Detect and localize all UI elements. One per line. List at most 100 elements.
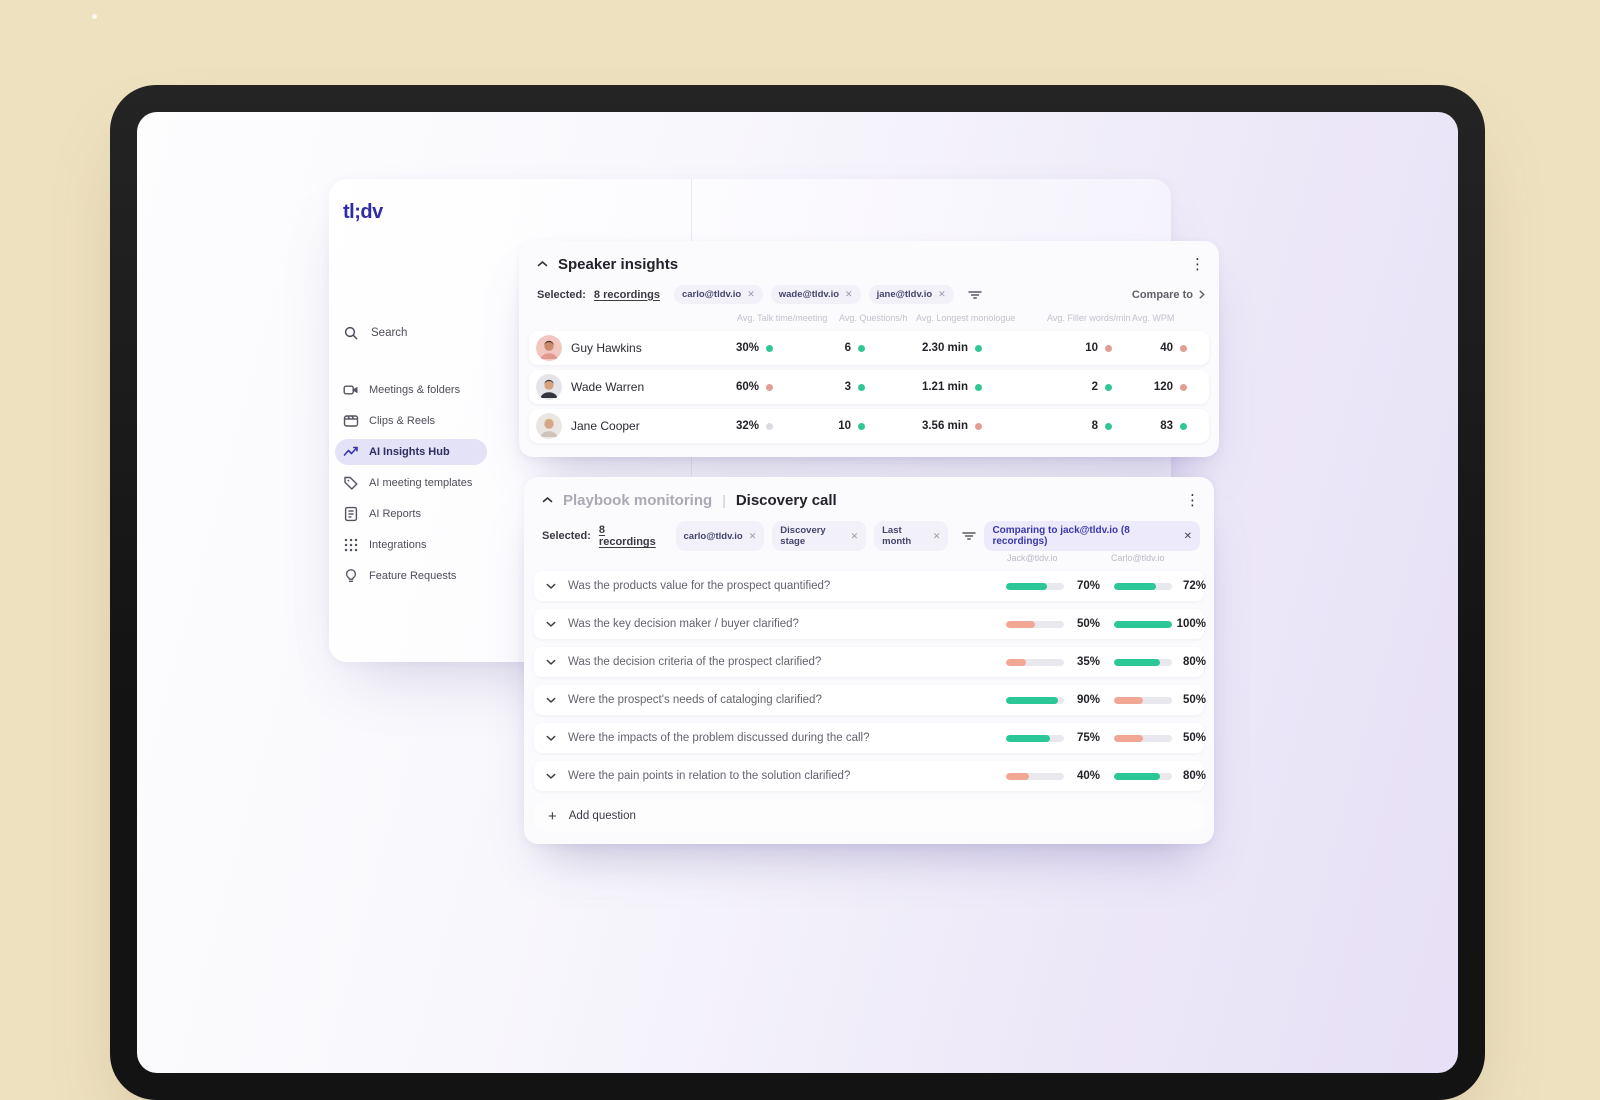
sidebar-item-label: Clips & Reels [369,415,436,427]
sidebar-item-label: AI Insights Hub [369,446,450,458]
screen-glare-dot [92,14,97,19]
filter-chip[interactable]: wade@tldv.io ✕ [770,285,861,304]
sidebar-item-ai-insights-hub[interactable]: AI Insights Hub [335,439,487,465]
chevron-down-icon[interactable] [546,659,556,666]
sidebar-item-meetings-folders[interactable]: Meetings & folders [335,377,487,403]
filter-icon[interactable] [962,530,977,542]
status-dot-red [975,422,982,430]
metric-value: 120 [1153,381,1173,393]
metric-cell: 40 [1107,331,1187,365]
question-row[interactable]: Was the key decision maker / buyer clari… [534,609,1206,639]
chip-label: carlo@tldv.io [683,530,743,542]
selected-recordings-link[interactable]: 8 recordings [594,289,660,301]
filter-chip[interactable]: Last month ✕ [874,521,949,551]
plus-icon: + [548,807,557,825]
score-percent: 50% [1182,694,1206,706]
sidebar-item-ai-reports[interactable]: AI Reports [335,501,487,527]
speaker-insights-panel: Speaker insights ⋮ Selected: 8 recording… [519,241,1219,457]
question-row[interactable]: Was the decision criteria of the prospec… [534,647,1206,677]
avatar [536,335,562,361]
chevron-down-icon[interactable] [546,621,556,628]
score-percent: 40% [1076,770,1100,782]
sidebar-item-label: Feature Requests [369,570,457,582]
sidebar-item-label: Integrations [369,539,427,551]
sidebar-item-integrations[interactable]: Integrations [335,532,487,558]
report-icon [343,506,359,522]
speaker-row[interactable]: Wade Warren 60% 3 1.21 min 2 120 [529,370,1209,404]
search-icon [343,325,359,341]
chip-label: jane@tldv.io [876,289,933,300]
selected-label: Selected: [537,288,586,301]
metric-cell: 2.30 min [872,331,982,365]
question-rows: Was the products value for the prospect … [534,571,1206,791]
chevron-down-icon[interactable] [546,697,556,704]
remove-chip-icon[interactable]: ✕ [845,289,853,300]
question-text: Were the impacts of the problem discusse… [568,732,870,744]
kebab-menu-icon[interactable]: ⋮ [1185,492,1200,508]
remove-chip-icon[interactable]: ✕ [747,289,755,300]
remove-chip-icon[interactable]: ✕ [749,531,757,542]
metric-cell: 10 [1022,331,1112,365]
status-dot-red [1180,344,1187,352]
playbook-chips: carlo@tldv.io ✕ Discovery stage ✕ Last month… [675,521,949,551]
sidebar-item-ai-meeting-templates[interactable]: AI meeting templates [335,470,487,496]
compare-to-button[interactable]: Compare to [1132,289,1205,301]
filter-icon[interactable] [967,289,982,301]
metric-cell: 10 [785,409,865,443]
metric-cell: 8 [1022,409,1112,443]
chevron-down-icon[interactable] [546,773,556,780]
chip-label: carlo@tldv.io [681,289,742,300]
status-dot-green [1180,422,1187,430]
status-dot-green [858,422,865,430]
metric-value: 8 [1091,420,1098,432]
status-dot-red [766,383,773,391]
chip-label: wade@tldv.io [778,289,840,300]
filter-chip[interactable]: carlo@tldv.io ✕ [673,285,763,304]
selected-recordings-link[interactable]: 8 recordings [599,524,662,548]
laptop-frame: tl;dv Search Meetings & folders Clips & R… [110,85,1485,1100]
compare-column-1-label: Jack@tldv.io [1007,553,1058,563]
grid-icon [343,537,359,553]
add-question-button[interactable]: + Add question [534,801,1204,831]
column-header: Avg. WPM [1132,313,1175,323]
selected-label: Selected: [542,530,591,542]
collapse-chevron-up-icon[interactable] [537,260,548,268]
question-row[interactable]: Were the impacts of the problem discusse… [534,723,1206,753]
avatar [536,374,562,400]
score-percent: 50% [1182,732,1206,744]
sidebar-item-clips-reels[interactable]: Clips & Reels [335,408,487,434]
sidebar-item-feature-requests[interactable]: Feature Requests [335,563,487,589]
collapse-chevron-up-icon[interactable] [542,496,553,504]
chevron-down-icon[interactable] [546,583,556,590]
close-icon[interactable]: ✕ [1184,531,1192,542]
search-button[interactable]: Search [343,325,407,341]
score-percent: 75% [1076,732,1100,744]
comparing-to-pill[interactable]: Comparing to jack@tldv.io (8 recordings)… [984,521,1200,551]
speaker-row[interactable]: Jane Cooper 32% 10 3.56 min 8 83 [529,409,1209,443]
remove-chip-icon[interactable]: ✕ [933,531,941,542]
metric-value: 40 [1160,342,1173,354]
filter-chip[interactable]: carlo@tldv.io ✕ [675,521,765,551]
avatar [536,413,562,439]
speaker-row[interactable]: Guy Hawkins 30% 6 2.30 min 10 40 [529,331,1209,365]
metric-value: 3 [844,381,851,393]
question-row[interactable]: Was the products value for the prospect … [534,571,1206,601]
question-text: Were the pain points in relation to the … [568,770,851,782]
status-dot-green [858,383,865,391]
chevron-down-icon[interactable] [546,735,556,742]
remove-chip-icon[interactable]: ✕ [851,531,859,542]
question-text: Was the decision criteria of the prospec… [568,656,822,668]
column-header: Avg. Talk time/meeting [737,313,828,323]
clips-icon [343,413,359,429]
remove-chip-icon[interactable]: ✕ [938,289,946,300]
kebab-menu-icon[interactable]: ⋮ [1190,256,1205,272]
filter-chip[interactable]: jane@tldv.io ✕ [868,285,954,304]
filter-chip[interactable]: Discovery stage ✕ [772,521,867,551]
question-row[interactable]: Were the prospect's needs of cataloging … [534,685,1206,715]
column-header: Avg. Filler words/min [1047,313,1131,323]
tag-icon [343,475,359,491]
question-row[interactable]: Were the pain points in relation to the … [534,761,1206,791]
tldv-logo: tl;dv [343,201,383,223]
chip-label: Last month [882,525,912,547]
score-percent: 80% [1182,770,1206,782]
